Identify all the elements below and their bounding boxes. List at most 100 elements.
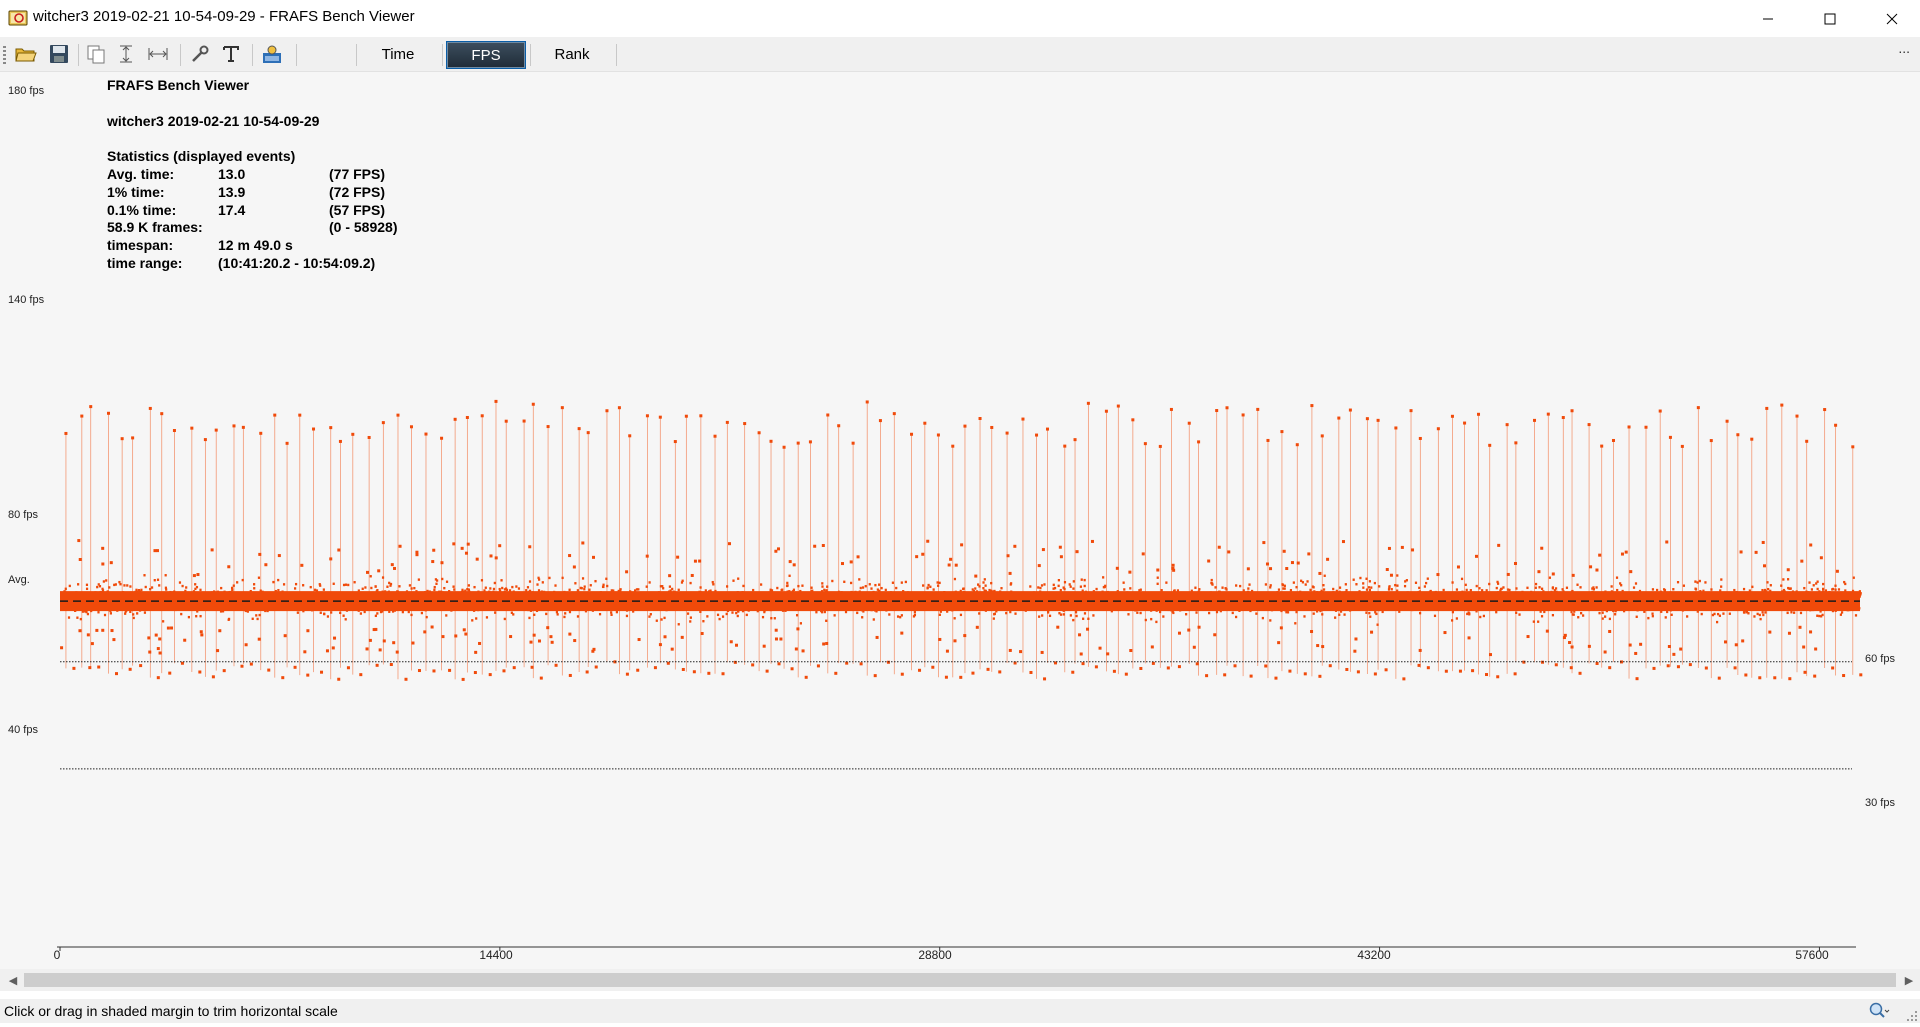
fps-point bbox=[144, 585, 147, 589]
fps-point bbox=[583, 585, 586, 588]
fps-point bbox=[1780, 584, 1783, 587]
fps-point bbox=[668, 574, 672, 578]
fps-point bbox=[1627, 425, 1631, 429]
fps-point bbox=[1056, 625, 1060, 629]
open-folder-icon[interactable] bbox=[14, 42, 38, 66]
fps-point bbox=[332, 582, 335, 585]
fps-point bbox=[605, 577, 608, 581]
fps-point bbox=[821, 582, 824, 585]
fps-point bbox=[259, 431, 263, 435]
fps-point bbox=[537, 639, 541, 643]
fps-point bbox=[1676, 665, 1680, 669]
horizontal-scale-icon[interactable] bbox=[146, 42, 170, 66]
fps-point bbox=[1269, 619, 1272, 622]
fps-point bbox=[1139, 666, 1143, 670]
fps-point bbox=[1467, 636, 1471, 640]
settings-wrench-icon[interactable] bbox=[188, 42, 212, 66]
tab-fps[interactable]: FPS bbox=[446, 41, 526, 69]
text-icon[interactable] bbox=[219, 42, 243, 66]
scrollbar-thumb[interactable] bbox=[24, 973, 1896, 987]
fps-point bbox=[386, 585, 389, 588]
fps-point bbox=[1396, 574, 1399, 577]
fps-point bbox=[971, 671, 975, 675]
fps-point bbox=[978, 416, 982, 420]
fps-point bbox=[1367, 586, 1371, 589]
fps-point bbox=[831, 579, 834, 583]
fps-point bbox=[1214, 586, 1217, 589]
fps-point bbox=[338, 439, 342, 443]
fps-point bbox=[494, 399, 498, 403]
fps-point bbox=[1579, 586, 1582, 589]
scroll-right-icon[interactable]: ▶ bbox=[1898, 969, 1920, 991]
horizontal-scrollbar[interactable]: ◀ ▶ bbox=[0, 969, 1920, 991]
fps-point bbox=[1444, 669, 1448, 673]
fps-point bbox=[918, 668, 922, 672]
save-icon[interactable] bbox=[47, 42, 71, 66]
fps-point bbox=[293, 587, 297, 590]
fps-point bbox=[1565, 586, 1569, 589]
fps-point bbox=[258, 613, 261, 617]
fps-point bbox=[80, 414, 84, 418]
fps-point bbox=[109, 612, 112, 615]
fps-point bbox=[1634, 651, 1638, 655]
fps-point bbox=[1595, 661, 1599, 665]
fps-point bbox=[801, 584, 804, 587]
fps-point bbox=[776, 586, 779, 590]
fps-point bbox=[713, 434, 717, 438]
fps-point bbox=[365, 647, 369, 651]
stat-row: 1% time: 13.9 (72 FPS) bbox=[107, 184, 385, 202]
fps-point bbox=[774, 549, 778, 553]
fps-point bbox=[1247, 587, 1250, 590]
fps-point bbox=[990, 581, 993, 585]
fps-point bbox=[1451, 581, 1454, 584]
fps-point bbox=[1720, 585, 1723, 588]
zoom-icon[interactable] bbox=[1868, 1001, 1890, 1021]
toolbar-grip[interactable] bbox=[3, 46, 6, 64]
minimize-button[interactable] bbox=[1745, 0, 1791, 37]
fps-point bbox=[1021, 417, 1025, 421]
fps-point bbox=[1283, 584, 1286, 588]
fps-point bbox=[1768, 630, 1772, 634]
fps-point bbox=[1150, 617, 1153, 621]
fps-point bbox=[326, 615, 330, 618]
fps-point bbox=[1098, 646, 1102, 650]
fps-point bbox=[757, 431, 761, 435]
fps-point bbox=[1587, 644, 1591, 648]
fps-point bbox=[1805, 439, 1809, 443]
fps-point bbox=[64, 431, 68, 435]
fps-point bbox=[702, 619, 705, 623]
fps-point bbox=[963, 634, 967, 638]
reference-line-label: 30 fps bbox=[1865, 797, 1895, 809]
fps-point bbox=[670, 647, 674, 651]
fps-point bbox=[821, 543, 825, 547]
fps-point bbox=[1733, 666, 1737, 670]
fps-point bbox=[241, 425, 245, 429]
toolbar-overflow[interactable]: ... bbox=[1898, 40, 1910, 56]
fps-point bbox=[344, 618, 347, 621]
fps-point bbox=[649, 613, 652, 616]
fps-point bbox=[605, 409, 609, 413]
vertical-scale-icon[interactable] bbox=[114, 42, 138, 66]
fps-point bbox=[959, 613, 963, 617]
fps-point bbox=[1554, 663, 1558, 667]
fps-point bbox=[581, 541, 585, 545]
copy-icon[interactable] bbox=[84, 42, 108, 66]
fps-point bbox=[423, 630, 427, 634]
fps-point bbox=[826, 413, 830, 417]
scroll-left-icon[interactable]: ◀ bbox=[2, 969, 24, 991]
fps-point bbox=[85, 587, 89, 591]
fps-point bbox=[1039, 586, 1042, 590]
resize-grip-icon[interactable] bbox=[1906, 1009, 1918, 1021]
fps-point bbox=[1554, 587, 1558, 590]
close-button[interactable] bbox=[1869, 0, 1915, 37]
maximize-button[interactable] bbox=[1807, 0, 1853, 37]
fps-point bbox=[1160, 589, 1163, 592]
fps-point bbox=[895, 586, 898, 590]
fps-point bbox=[1526, 635, 1530, 639]
fps-point bbox=[452, 542, 456, 546]
tab-rank[interactable]: Rank bbox=[534, 41, 610, 67]
screenshot-icon[interactable] bbox=[260, 42, 284, 66]
tab-time[interactable]: Time bbox=[360, 41, 436, 67]
fps-point bbox=[1370, 586, 1373, 589]
fps-point bbox=[1052, 583, 1055, 587]
